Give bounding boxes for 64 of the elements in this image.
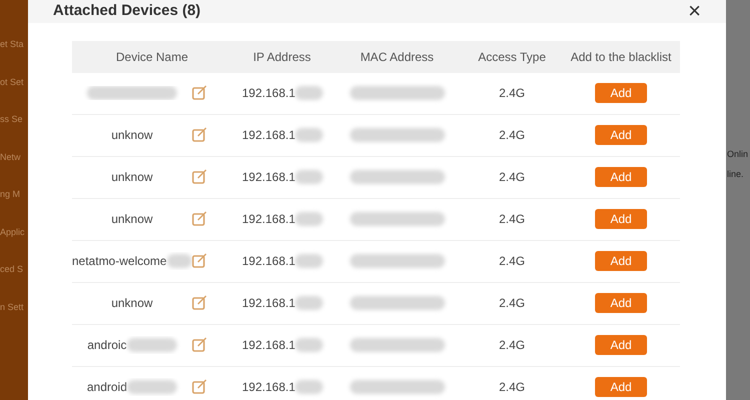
- device-name: unknow: [111, 169, 153, 186]
- access-type: 2.4G: [498, 379, 526, 396]
- column-header: MAC Address: [359, 48, 435, 66]
- add-button[interactable]: Add: [595, 209, 647, 229]
- column-header: Add to the blacklist: [570, 48, 672, 66]
- edit-icon[interactable]: [192, 85, 208, 101]
- blurred-text: [295, 380, 324, 394]
- add-button[interactable]: Add: [595, 251, 647, 271]
- sidebar-item[interactable]: Applic: [0, 226, 28, 239]
- blurred-text: [295, 128, 324, 142]
- ip-address: 192.168.1: [242, 379, 296, 396]
- column-header: IP Address: [252, 48, 312, 66]
- edit-icon[interactable]: [192, 379, 208, 395]
- access-type: 2.4G: [498, 253, 526, 270]
- edit-icon[interactable]: [192, 253, 208, 269]
- access-type: 2.4G: [498, 295, 526, 312]
- blurred-text: [295, 170, 324, 184]
- background-text: line.: [727, 168, 745, 180]
- sidebar-item[interactable]: et Sta: [0, 38, 28, 52]
- add-button[interactable]: Add: [595, 167, 647, 187]
- blurred-text: [295, 212, 324, 226]
- sidebar-item[interactable]: ot Set: [0, 76, 28, 89]
- sidebar-item[interactable]: ced S: [0, 263, 28, 276]
- device-name: unknow: [111, 211, 153, 228]
- device-name: unknow: [111, 127, 153, 144]
- sidebar-item[interactable]: ss Se: [0, 113, 28, 126]
- edit-icon[interactable]: [192, 211, 208, 227]
- device-name: netatmo-welcome: [72, 253, 167, 270]
- ip-address: 192.168.1: [242, 169, 296, 186]
- blurred-text: [295, 254, 324, 268]
- device-name: androic: [87, 337, 127, 354]
- access-type: 2.4G: [498, 127, 526, 144]
- column-header: Device Name: [114, 48, 190, 66]
- add-button[interactable]: Add: [595, 83, 647, 103]
- dialog-title: Attached Devices (8): [53, 1, 201, 21]
- ip-address: 192.168.1: [242, 337, 296, 354]
- close-button[interactable]: ×: [688, 0, 701, 22]
- edit-icon[interactable]: [192, 295, 208, 311]
- blurred-text: [295, 296, 324, 310]
- blurred-text: [295, 338, 324, 352]
- add-button[interactable]: Add: [595, 125, 647, 145]
- edit-icon[interactable]: [192, 337, 208, 353]
- edit-icon[interactable]: [192, 169, 208, 185]
- blurred-text: [295, 86, 324, 100]
- ip-address: 192.168.1: [242, 211, 296, 228]
- device-name: android: [86, 379, 128, 396]
- sidebar-item[interactable]: ng M: [0, 188, 28, 202]
- column-header: Access Type: [477, 48, 547, 66]
- sidebar-item[interactable]: n Sett: [0, 300, 28, 314]
- add-button[interactable]: Add: [595, 377, 647, 397]
- access-type: 2.4G: [498, 169, 526, 186]
- add-button[interactable]: Add: [595, 335, 647, 355]
- device-name: unknow: [111, 295, 153, 312]
- ip-address: 192.168.1: [242, 253, 296, 270]
- ip-address: 192.168.1: [242, 85, 296, 102]
- access-type: 2.4G: [498, 211, 526, 228]
- add-button[interactable]: Add: [595, 293, 647, 313]
- edit-icon[interactable]: [192, 127, 208, 143]
- access-type: 2.4G: [498, 337, 526, 354]
- background-text: Onlin: [727, 148, 748, 161]
- sidebar-item[interactable]: Netw: [0, 150, 28, 164]
- access-type: 2.4G: [498, 85, 526, 102]
- ip-address: 192.168.1: [242, 295, 296, 312]
- ip-address: 192.168.1: [242, 127, 296, 144]
